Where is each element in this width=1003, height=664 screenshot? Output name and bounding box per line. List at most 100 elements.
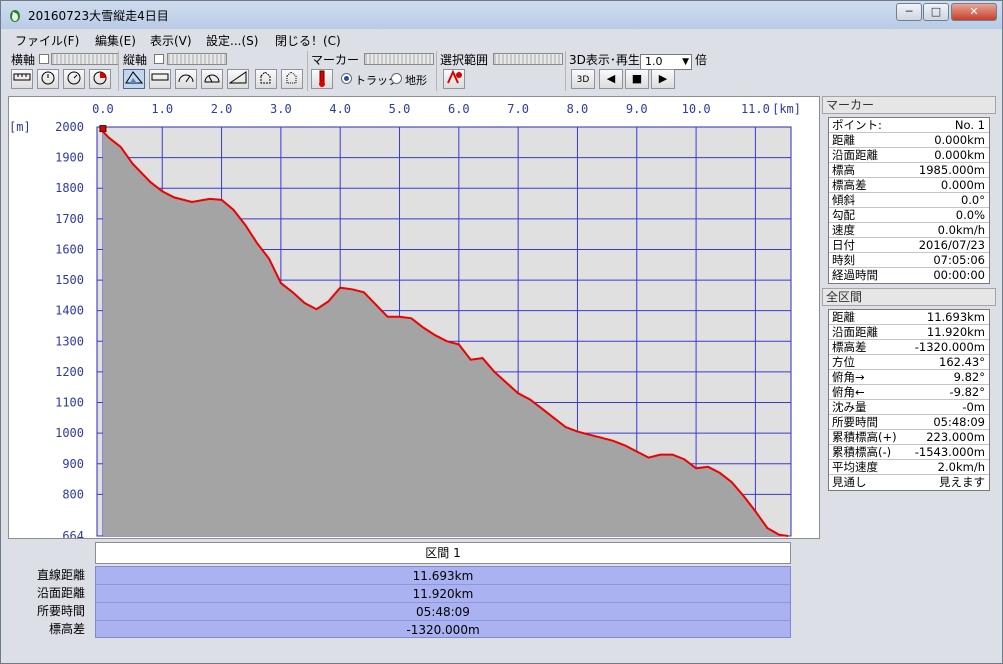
vertical-axis-checkbox[interactable] xyxy=(154,54,164,64)
marker-dotted-alt-icon[interactable] xyxy=(281,69,303,89)
marker-label: マーカー xyxy=(311,53,360,67)
terrain-radio[interactable] xyxy=(391,73,402,84)
info-value: 00:00:00 xyxy=(933,268,985,282)
info-key: 沈み量 xyxy=(832,400,867,414)
distance-axis-icon[interactable] xyxy=(11,69,33,89)
info-row: 勾配 0.0% xyxy=(829,208,989,223)
y-tick-label: 800 xyxy=(62,487,84,501)
info-row: 標高差 0.000m xyxy=(829,178,989,193)
info-key: 標高差 xyxy=(832,178,867,192)
maximize-button[interactable]: □ xyxy=(923,3,949,21)
track-radio[interactable] xyxy=(341,73,352,84)
y-tick-label: 1800 xyxy=(55,181,84,195)
flat-axis-icon[interactable] xyxy=(149,69,171,89)
x-tick-label: 1.0 xyxy=(151,102,173,116)
info-row: 俯角← -9.82° xyxy=(829,385,989,400)
y-tick-label: 1000 xyxy=(55,426,84,440)
summary-label-surface-distance: 沿面距離 xyxy=(36,586,85,600)
menu-close[interactable]: 閉じる！(C) xyxy=(275,32,341,49)
info-value: 07:05:06 xyxy=(933,253,985,267)
info-key: 経過時間 xyxy=(832,268,878,282)
info-key: 方位 xyxy=(832,355,855,369)
menu-edit[interactable]: 編集(E) xyxy=(95,32,136,49)
window-title: 20160723大雪縦走4日目 xyxy=(28,9,169,23)
vertical-axis-slider[interactable] xyxy=(167,53,227,65)
stop-icon[interactable]: ■ xyxy=(625,69,649,89)
info-row: 沿面距離 0.000km xyxy=(829,148,989,163)
x-tick-label: 7.0 xyxy=(507,102,529,116)
horizontal-axis-checkbox[interactable] xyxy=(39,54,49,64)
x-tick-label: 8.0 xyxy=(567,102,589,116)
speed-axis-icon[interactable] xyxy=(175,69,197,89)
view-3d-button[interactable]: 3D xyxy=(571,69,595,89)
info-key: 距離 xyxy=(832,310,855,324)
summary-label-elevation-diff: 標高差 xyxy=(48,622,85,636)
x-tick-label: 3.0 xyxy=(270,102,292,116)
elevation-profile-chart[interactable]: 0.0 1.0 2.0 3.0 4.0 5.0 6.0 7.0 8.0 9.0 10.0 11.0 20… xyxy=(8,96,820,539)
info-value: 9.82° xyxy=(953,370,985,384)
speed-combo[interactable]: 1.0 ▼ xyxy=(640,54,692,70)
chevron-down-icon[interactable]: ▼ xyxy=(682,55,689,69)
info-value: No. 1 xyxy=(954,118,985,132)
info-value: 1985.000m xyxy=(918,163,985,177)
range-slider[interactable] xyxy=(493,53,563,65)
info-row: 累積標高(+) 223.000m xyxy=(829,430,989,445)
summary-label-duration: 所要時間 xyxy=(36,604,85,618)
info-value: 223.000m xyxy=(926,430,985,444)
speed-combo-value: 1.0 xyxy=(645,55,663,68)
minimize-button[interactable]: ─ xyxy=(896,3,922,21)
info-value: 2.0km/h xyxy=(937,460,985,474)
elapsed-time-axis-icon[interactable] xyxy=(63,69,85,89)
marker-dotted-icon[interactable] xyxy=(255,69,277,89)
thermometer-icon[interactable] xyxy=(311,69,333,89)
menu-settings[interactable]: 設定...(S) xyxy=(206,32,258,49)
horizontal-axis-slider[interactable] xyxy=(51,53,119,65)
y-tick-label: 900 xyxy=(62,457,84,471)
x-tick-label: 4.0 xyxy=(329,102,351,116)
menu-file[interactable]: ファイル(F) xyxy=(15,32,79,49)
info-key: 勾配 xyxy=(832,208,855,222)
info-key: 俯角→ xyxy=(832,370,865,384)
title-bar[interactable]: 20160723大雪縦走4日目 ─ □ ✕ xyxy=(1,1,1002,29)
info-key: ポイント: xyxy=(832,118,882,132)
menu-view[interactable]: 表示(V) xyxy=(150,32,192,49)
info-row: 経過時間 00:00:00 xyxy=(829,268,989,283)
marker-slider[interactable] xyxy=(364,53,434,65)
info-key: 累積標高(+) xyxy=(832,430,897,444)
time-axis-icon[interactable] xyxy=(37,69,59,89)
toolbar-separator xyxy=(118,51,119,91)
info-value: 0.000km xyxy=(934,133,985,147)
slope-axis-icon[interactable] xyxy=(227,69,249,89)
close-button[interactable]: ✕ xyxy=(951,3,997,21)
play-forward-icon[interactable]: ▶ xyxy=(651,69,675,89)
summary-value-elevation-diff: -1320.000m xyxy=(406,623,480,637)
info-value: 0.000m xyxy=(940,178,985,192)
section-header: 区間 1 xyxy=(95,542,791,564)
play-backward-icon[interactable]: ◀ xyxy=(599,69,623,89)
pie-clock-axis-icon[interactable] xyxy=(89,69,111,89)
penguin-app-icon xyxy=(10,10,20,22)
info-panel: マーカー ポイント: No. 1 距離 0.000km 沿面距離 0.000km 標高 198… xyxy=(822,96,998,496)
summary-value-duration: 05:48:09 xyxy=(96,603,790,621)
info-value: 0.0km/h xyxy=(937,223,985,237)
info-value: -9.82° xyxy=(949,385,985,399)
info-row: ポイント: No. 1 xyxy=(829,118,989,133)
info-key: 沿面距離 xyxy=(832,325,878,339)
info-key: 日付 xyxy=(832,238,855,252)
info-value: 0.0° xyxy=(960,193,985,207)
marker-info-table: ポイント: No. 1 距離 0.000km 沿面距離 0.000km 標高 1985.000… xyxy=(828,117,990,284)
summary-value-surface-distance: 11.920km xyxy=(96,585,790,603)
info-row: 累積標高(-) -1543.000m xyxy=(829,445,989,460)
menu-bar: ファイル(F) 編集(E) 表示(V) 設定...(S) 閉じる！(C) xyxy=(5,30,1000,48)
toolbar-separator xyxy=(307,51,308,91)
y-tick-label: 1400 xyxy=(55,304,84,318)
toolbar-separator xyxy=(565,51,566,91)
gauge-axis-icon[interactable] xyxy=(201,69,223,89)
info-value: 2016/07/23 xyxy=(918,238,985,252)
range-select-icon[interactable] xyxy=(443,69,465,89)
info-row: 傾斜 0.0° xyxy=(829,193,989,208)
info-key: 沿面距離 xyxy=(832,148,878,162)
info-value: 0.000km xyxy=(934,148,985,162)
elevation-axis-icon[interactable] xyxy=(123,69,145,89)
start-marker-icon xyxy=(99,125,107,133)
